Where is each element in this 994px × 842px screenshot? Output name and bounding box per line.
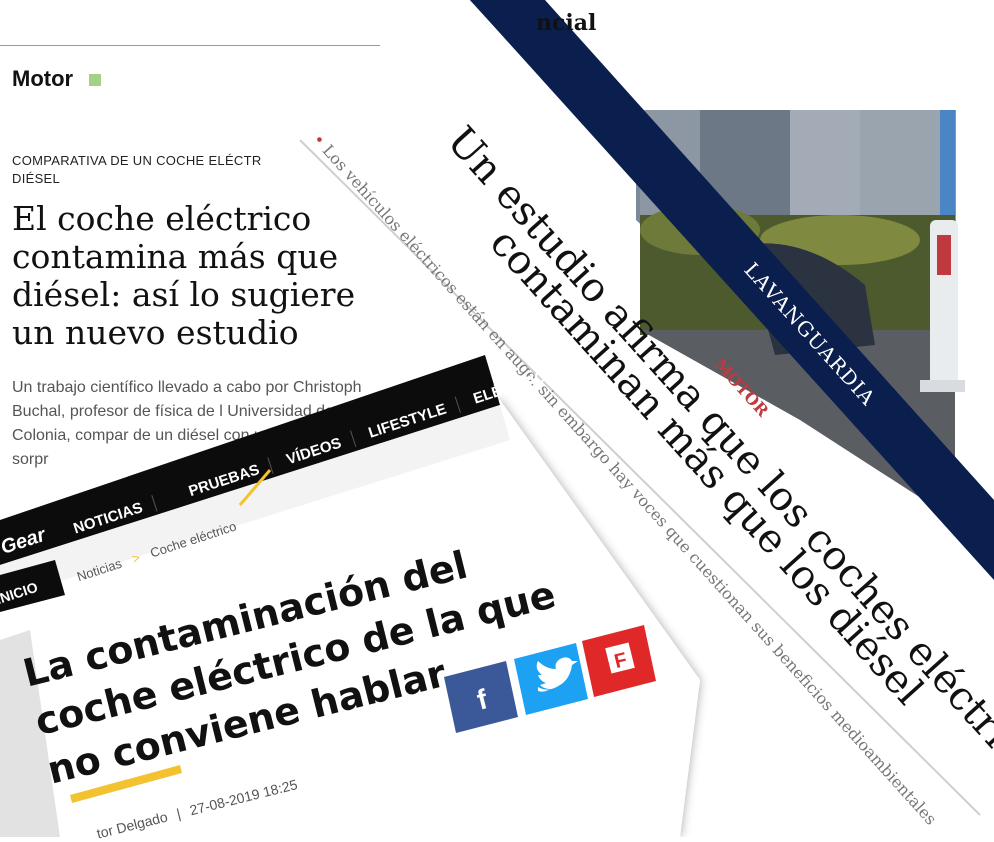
twitter-share-button[interactable] (514, 643, 588, 715)
share-buttons: f F (444, 625, 656, 733)
breadcrumb-separator: > (130, 549, 142, 567)
facebook-share-button[interactable]: f (444, 661, 518, 733)
byline-separator: | (174, 805, 183, 822)
header-fragment: ncial (536, 10, 597, 36)
flipboard-share-button[interactable]: F (582, 625, 656, 697)
